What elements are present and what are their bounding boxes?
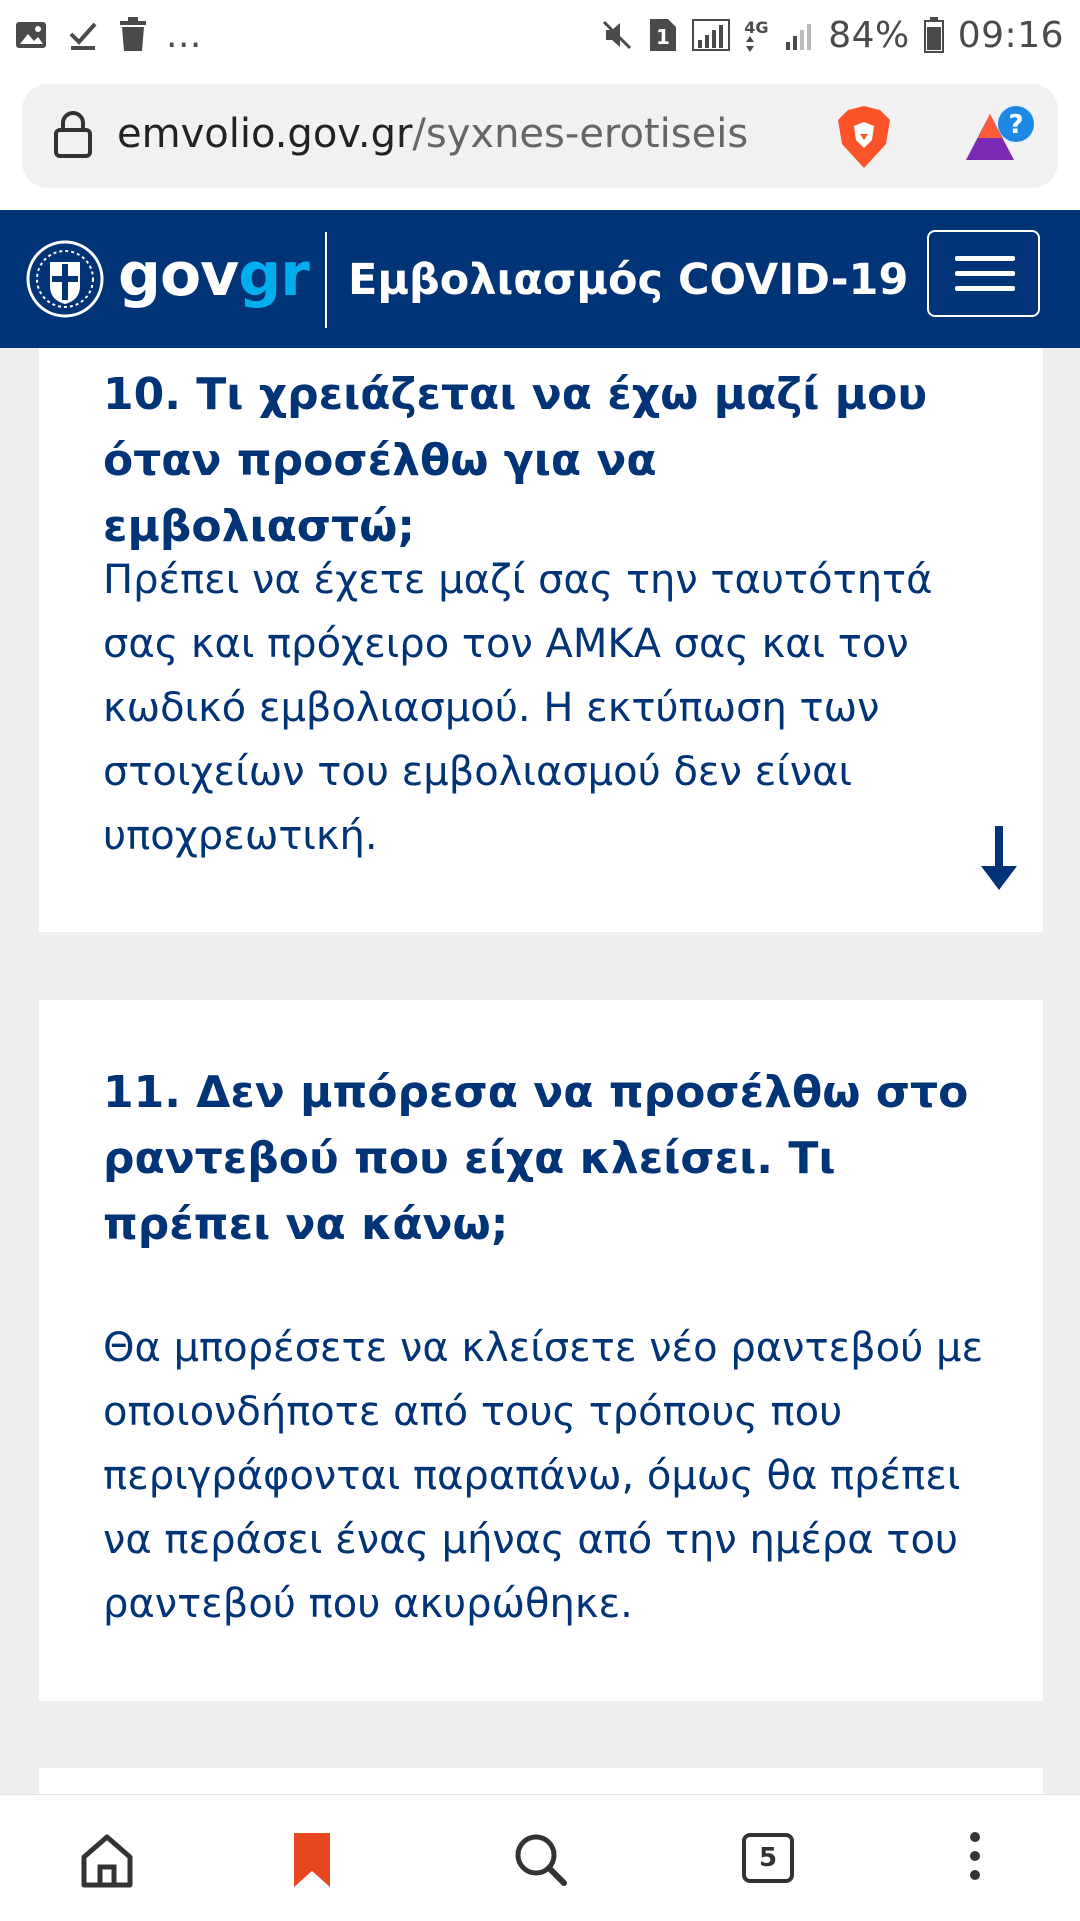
bookmark-icon[interactable] [278, 1825, 348, 1895]
arrow-down-icon[interactable] [979, 826, 1019, 896]
menu-line [955, 271, 1015, 276]
tab-count: 5 [742, 1833, 794, 1883]
url-domain: emvolio.gov.gr [117, 111, 413, 157]
faq-question: 11. Δεν μπόρεσα να προσέλθω στο ραντεβού… [103, 1067, 969, 1250]
greek-emblem-icon[interactable] [26, 240, 104, 318]
faq-card: 10. Τι χρειάζεται να έχω μαζί μου όταν π… [39, 348, 1043, 932]
faq-question: 10. Τι χρειάζεται να έχω μαζί μου όταν π… [103, 369, 928, 552]
mute-icon [600, 18, 634, 52]
tabs-button[interactable]: 5 [742, 1833, 812, 1903]
browser-toolbar: emvolio.gov.gr/syxnes-erotiseis ? [0, 70, 1080, 210]
more-options-icon[interactable] [960, 1825, 1030, 1895]
rewards-icon[interactable]: ? [962, 102, 1038, 176]
network-4g-icon: 4G [744, 18, 770, 52]
sim-icon: 1 [648, 17, 678, 53]
faq-card: 11. Δεν μπόρεσα να προσέλθω στο ραντεβού… [39, 1000, 1043, 1701]
url-path: /syxnes-erotiseis [412, 111, 749, 157]
hamburger-menu-button[interactable] [927, 230, 1040, 317]
signal-2-icon [784, 18, 814, 52]
url-text[interactable]: emvolio.gov.gr/syxnes-erotiseis [117, 106, 748, 162]
clock: 09:16 [957, 14, 1064, 56]
site-title[interactable]: Εμβολιασμός COVID-19 [348, 252, 908, 308]
battery-percent: 84% [828, 14, 910, 56]
svg-text:?: ? [1008, 110, 1023, 140]
search-icon[interactable] [506, 1825, 576, 1895]
gallery-icon [14, 18, 48, 52]
faq-card-next [39, 1768, 1043, 1794]
trash-icon [118, 17, 148, 53]
menu-line [955, 256, 1015, 261]
battery-icon [923, 17, 944, 53]
faq-answer: Πρέπει να έχετε μαζί σας την ταυτότητά σ… [103, 557, 933, 859]
more-notifications: ... [166, 14, 202, 56]
address-bar[interactable]: emvolio.gov.gr/syxnes-erotiseis ? [22, 84, 1058, 188]
home-icon[interactable] [72, 1825, 142, 1895]
download-done-icon [66, 18, 100, 52]
faq-answer: Θα μπορέσετε να κλείσετε νέο ραντεβού με… [103, 1325, 984, 1627]
lock-icon[interactable] [52, 110, 94, 164]
browser-bottom-nav: 5 [0, 1794, 1080, 1921]
svg-text:1: 1 [656, 25, 670, 49]
site-header: govgr Εμβολιασμός COVID-19 [0, 210, 1080, 348]
govgr-logo[interactable]: govgr [118, 240, 310, 310]
brave-shields-icon[interactable] [834, 104, 894, 174]
status-bar: ... 1 4G 84% 09:16 [0, 0, 1080, 70]
signal-icon [692, 18, 731, 52]
header-divider [325, 232, 327, 328]
menu-line [955, 286, 1015, 291]
